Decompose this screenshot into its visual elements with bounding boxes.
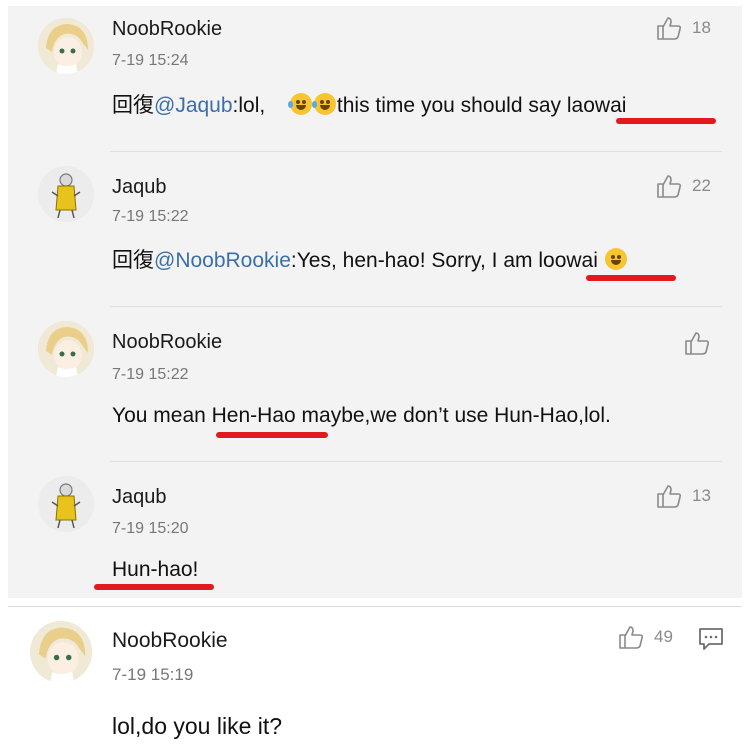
thumbs-up-icon [685, 332, 710, 355]
avatar[interactable] [30, 621, 92, 683]
avatar[interactable] [38, 321, 94, 377]
comment-time: 7-19 15:24 [112, 52, 189, 69]
divider [110, 306, 722, 307]
comment-text: lol,do you like it? [112, 713, 282, 740]
comment-text-part: maybe,we don’t use Hun-Hao,lol. [295, 404, 611, 427]
highlighted-word: Hun-hao! [112, 558, 199, 581]
divider [110, 151, 722, 152]
highlighted-word: Hen-Hao [211, 404, 296, 427]
red-underline [616, 118, 716, 124]
thumbs-up-icon [619, 626, 644, 649]
yellow-character-avatar-icon [38, 476, 94, 532]
anime-girl-avatar-icon [38, 321, 94, 377]
comment-time: 7-19 15:22 [112, 366, 189, 383]
comment-item: Jaqub 7-19 15:22 22 回復@NoobRookie:Yes, h… [8, 156, 742, 306]
comment-text-part: lol,do you like it? [112, 713, 283, 739]
like-button[interactable]: 22 [656, 174, 711, 198]
comment-time: 7-19 15:19 [112, 665, 194, 684]
mention-link[interactable]: @NoobRookie [154, 249, 291, 272]
highlighted-word: loowai [538, 249, 598, 272]
highlighted-word: laowai [566, 94, 627, 117]
like-count: 22 [692, 176, 711, 195]
comment-author[interactable]: NoobRookie [112, 331, 222, 354]
like-count: 49 [654, 627, 673, 646]
reply-thread-panel: NoobRookie 7-19 15:24 18 回復@Jaqub:lol, t… [8, 6, 742, 598]
laughing-tears-emoji-icon [311, 93, 336, 115]
comment-author[interactable]: NoobRookie [112, 18, 222, 41]
comment-author[interactable]: NoobRookie [112, 629, 228, 653]
thumbs-up-icon [657, 485, 682, 508]
like-button[interactable]: 13 [656, 484, 711, 508]
reply-prefix: 回復 [112, 94, 154, 117]
comment-item: Jaqub 7-19 15:20 13 Hun-hao! [8, 466, 742, 598]
red-underline [586, 275, 676, 281]
comment-author[interactable]: Jaqub [112, 486, 167, 509]
comment-text: 回復@NoobRookie:Yes, hen-hao! Sorry, I am … [112, 244, 628, 274]
divider [110, 461, 722, 462]
sweat-smile-emoji-icon [604, 248, 627, 270]
thumbs-up-icon [657, 175, 682, 198]
red-underline [216, 432, 328, 438]
comment-item: NoobRookie 7-19 15:22 You mean Hen-Hao m… [8, 311, 742, 461]
comment-author[interactable]: Jaqub [112, 176, 167, 199]
anime-girl-avatar-icon [30, 621, 92, 683]
mention-link[interactable]: @Jaqub [154, 94, 233, 117]
like-button[interactable] [684, 331, 720, 355]
reply-prefix: 回復 [112, 249, 154, 272]
like-button[interactable]: 18 [656, 16, 711, 40]
like-count: 13 [692, 486, 711, 505]
avatar[interactable] [38, 476, 94, 532]
avatar[interactable] [38, 166, 94, 222]
comment-item: NoobRookie 7-19 15:24 18 回復@Jaqub:lol, t… [8, 6, 742, 156]
comment-text-part: :Yes, hen-hao! Sorry, I am [290, 249, 539, 272]
comment-text-part: this time you should say [336, 94, 567, 117]
like-count: 18 [692, 18, 711, 37]
comment-text: You mean Hen-Hao maybe,we don’t use Hun-… [112, 404, 611, 428]
comment-time: 7-19 15:22 [112, 208, 189, 225]
comment-text-part: You mean [112, 404, 212, 427]
yellow-character-avatar-icon [38, 166, 94, 222]
comment-text-part: :lol, [232, 94, 266, 117]
comment-time: 7-19 15:20 [112, 520, 189, 537]
comment-reply-icon[interactable] [698, 627, 724, 651]
comment-text: 回復@Jaqub:lol, this time you should say l… [112, 89, 626, 119]
red-underline [94, 584, 214, 590]
thumbs-up-icon [657, 17, 682, 40]
avatar[interactable] [38, 18, 94, 74]
anime-girl-avatar-icon [38, 18, 94, 74]
laughing-tears-emoji-icon [287, 93, 312, 115]
top-level-comment: NoobRookie 7-19 15:19 49 lol,do you like… [8, 606, 742, 754]
comment-text: Hun-hao! [112, 558, 198, 582]
like-button[interactable]: 49 [618, 625, 673, 649]
